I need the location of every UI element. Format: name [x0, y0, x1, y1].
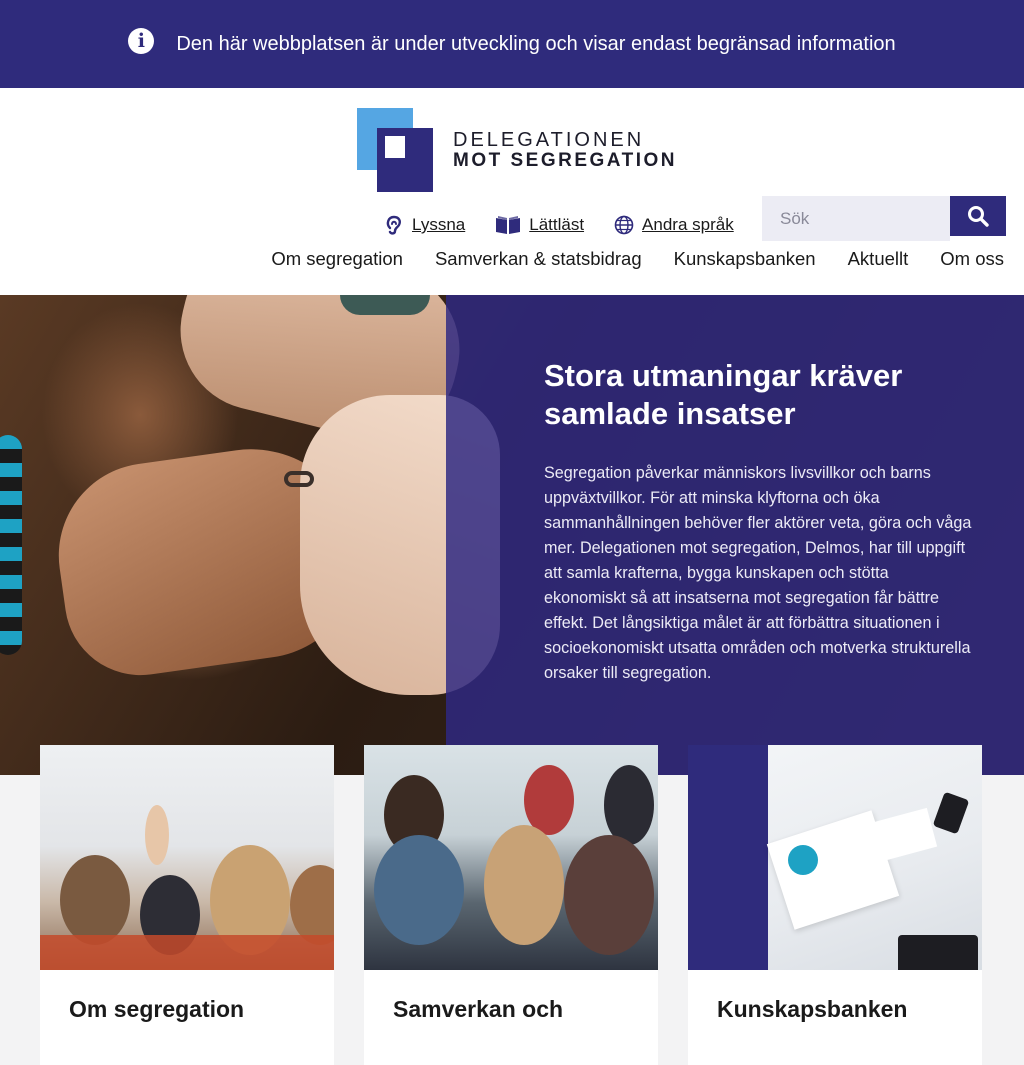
hero-image-watch	[340, 295, 430, 315]
other-languages-label: Andra språk	[642, 215, 734, 234]
card-title: Kunskapsbanken	[717, 996, 908, 1022]
logo-line-2: MOT SEGREGATION	[453, 149, 677, 171]
book-icon	[496, 216, 521, 234]
card-image-classroom	[40, 745, 334, 970]
hero-image-ring	[284, 471, 314, 487]
card-samverkan[interactable]: Samverkan och	[364, 745, 658, 1065]
accessibility-tools: Lyssna Lättläst Andra språk	[384, 214, 734, 236]
card-image-desk	[688, 745, 982, 970]
nav-item-kunskapsbanken[interactable]: Kunskapsbanken	[674, 248, 816, 270]
logo-line-1: DELEGATIONEN	[453, 128, 645, 151]
card-list: Om segregation Samverkan och Kunskapsban…	[40, 745, 982, 1065]
nav-item-om-oss[interactable]: Om oss	[940, 248, 1004, 270]
nav-item-om-segregation[interactable]: Om segregation	[271, 248, 403, 270]
other-languages-link[interactable]: Andra språk	[614, 215, 734, 235]
hero-content: Stora utmaningar kräver samlade insatser…	[544, 357, 974, 686]
ear-icon	[386, 215, 401, 235]
card-kunskapsbanken[interactable]: Kunskapsbanken	[688, 745, 982, 1065]
search-icon	[968, 206, 989, 227]
banner-text: Den här webbplatsen är under utveckling …	[176, 32, 896, 55]
logo-notch	[385, 136, 405, 158]
search-button[interactable]	[950, 196, 1006, 236]
card-image-meeting	[364, 745, 658, 970]
nav-item-samverkan[interactable]: Samverkan & statsbidrag	[435, 248, 642, 270]
listen-label: Lyssna	[412, 215, 466, 234]
main-nav: Om segregation Samverkan & statsbidrag K…	[271, 248, 1004, 270]
card-title: Om segregation	[69, 996, 245, 1022]
search-input[interactable]	[762, 196, 950, 241]
easy-read-link[interactable]: Lättläst	[495, 215, 584, 235]
logo-text: DELEGATIONEN MOT SEGREGATION	[453, 128, 677, 171]
site-logo[interactable]: DELEGATIONEN MOT SEGREGATION	[357, 108, 677, 192]
card-title: Samverkan och	[393, 996, 564, 1022]
info-banner: i Den här webbplatsen är under utvecklin…	[0, 0, 1024, 88]
card-om-segregation[interactable]: Om segregation	[40, 745, 334, 1065]
globe-icon	[614, 215, 634, 235]
listen-link[interactable]: Lyssna	[384, 214, 465, 236]
hero-title: Stora utmaningar kräver samlade insatser	[544, 358, 903, 431]
nav-item-aktuellt[interactable]: Aktuellt	[848, 248, 909, 270]
hero-image-bracelet	[0, 435, 22, 655]
site-header: DELEGATIONEN MOT SEGREGATION Lyssna Lätt…	[0, 88, 1024, 295]
easy-read-label: Lättläst	[529, 215, 585, 234]
logo-mark	[357, 108, 433, 192]
hero-section: Stora utmaningar kräver samlade insatser…	[0, 295, 1024, 775]
info-circle-icon: i	[128, 28, 155, 54]
hero-body: Segregation påverkar människors livsvill…	[544, 463, 972, 682]
search-form	[762, 196, 1006, 241]
